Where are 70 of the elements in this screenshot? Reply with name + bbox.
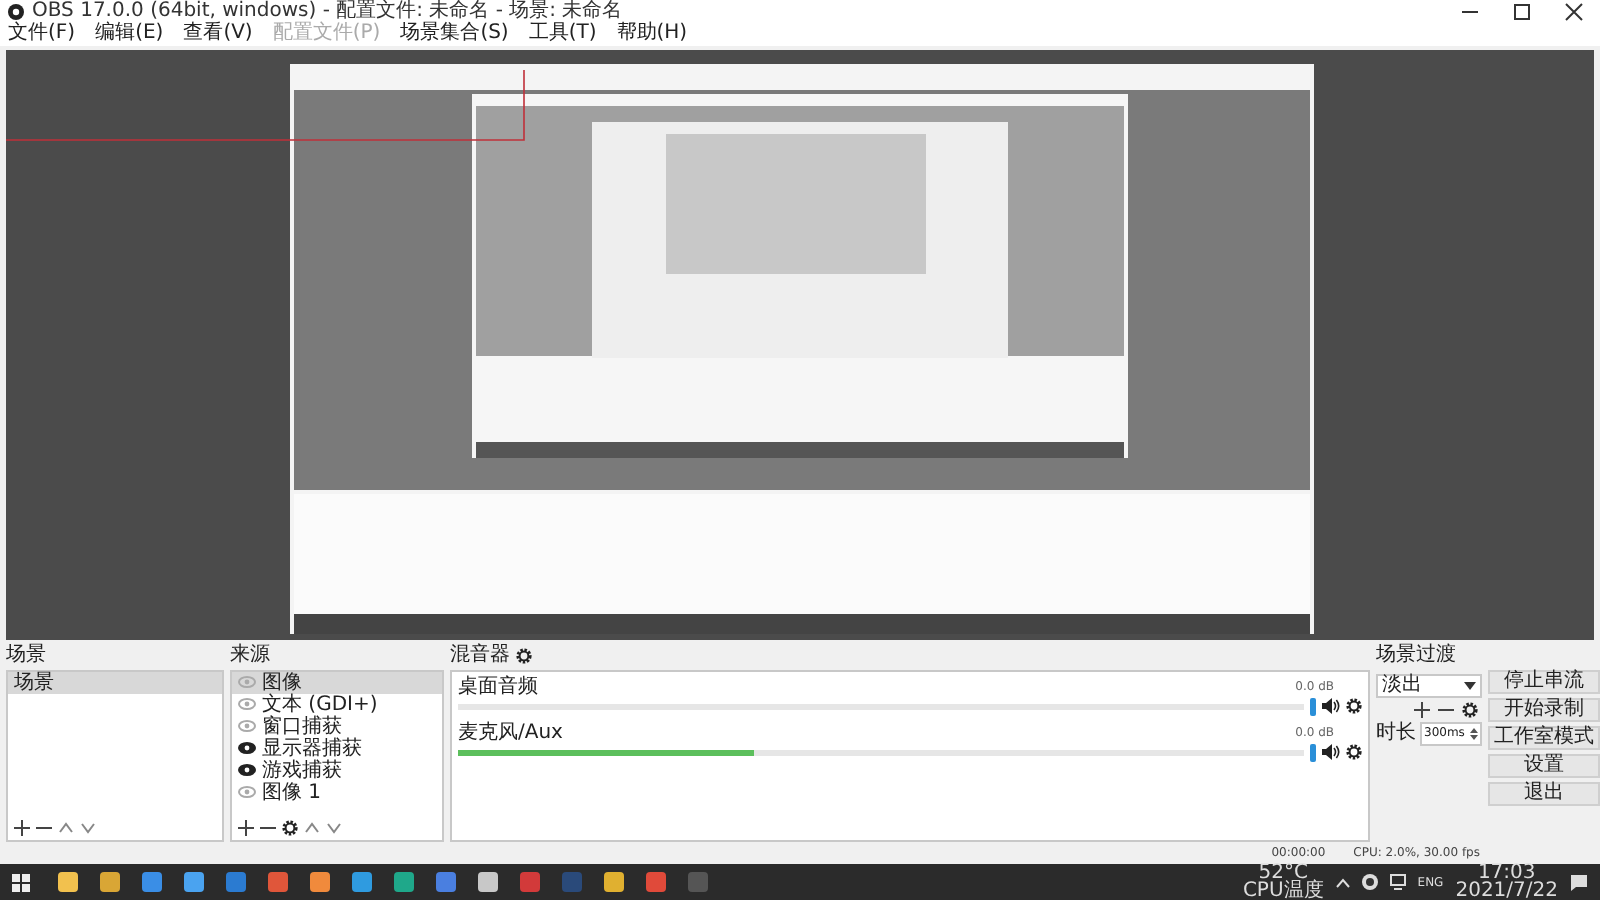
eye-icon[interactable] bbox=[238, 742, 256, 755]
scene-item[interactable]: 场景 bbox=[8, 671, 222, 694]
settings-icon[interactable] bbox=[282, 820, 298, 836]
panel-title: 混音器 bbox=[450, 644, 510, 669]
control-button[interactable]: 停止串流 bbox=[1488, 669, 1600, 694]
app-icon[interactable] bbox=[268, 872, 288, 892]
speaker-icon[interactable] bbox=[1322, 698, 1340, 715]
app-icon[interactable] bbox=[226, 872, 246, 892]
source-item[interactable]: 图像 bbox=[262, 671, 302, 694]
transition-dropdown[interactable]: 淡出 bbox=[1376, 673, 1482, 698]
settings-icon[interactable] bbox=[1346, 744, 1362, 761]
windows-logo-icon[interactable] bbox=[12, 873, 30, 891]
add-icon[interactable] bbox=[1414, 701, 1430, 718]
add-icon[interactable] bbox=[14, 820, 30, 836]
chevron-up-icon[interactable] bbox=[1335, 877, 1350, 887]
app-icon[interactable] bbox=[646, 872, 666, 892]
duration-label: 时长 bbox=[1376, 723, 1416, 744]
app-icon[interactable] bbox=[100, 872, 120, 892]
source-item[interactable]: 窗口捕获 bbox=[262, 715, 342, 738]
panel-title: 场景 bbox=[6, 644, 46, 669]
tray-app-icon[interactable] bbox=[1361, 874, 1378, 890]
app-icon[interactable] bbox=[436, 872, 456, 892]
volume-handle[interactable] bbox=[1310, 743, 1316, 762]
channel-name: 麦克风/Aux bbox=[458, 721, 563, 744]
control-button[interactable]: 退出 bbox=[1488, 781, 1600, 806]
app-icon[interactable] bbox=[310, 872, 330, 892]
menu-item[interactable]: 场景集合(S) bbox=[400, 22, 509, 46]
settings-icon[interactable] bbox=[1462, 701, 1478, 718]
menu-item[interactable]: 查看(V) bbox=[183, 22, 253, 46]
clock-date[interactable]: 2021/7/22 bbox=[1455, 882, 1558, 900]
spin-arrows-icon bbox=[1470, 727, 1478, 740]
control-button[interactable]: 工作室模式 bbox=[1488, 725, 1600, 750]
eye-icon[interactable] bbox=[238, 764, 256, 777]
source-item[interactable]: 文本 (GDI+) bbox=[262, 693, 378, 716]
app-icon[interactable] bbox=[184, 872, 204, 892]
add-icon[interactable] bbox=[238, 820, 254, 836]
menu-item[interactable]: 帮助(H) bbox=[616, 22, 688, 46]
menu-item[interactable]: 文件(F) bbox=[8, 22, 76, 46]
app-icon[interactable] bbox=[604, 872, 624, 892]
app-icon[interactable] bbox=[352, 872, 372, 892]
move-down-icon[interactable] bbox=[326, 820, 342, 836]
channel-name: 桌面音频 bbox=[458, 675, 538, 698]
clock-time[interactable]: 17:03 bbox=[1477, 864, 1536, 882]
move-up-icon[interactable] bbox=[58, 820, 74, 836]
source-item[interactable]: 图像 1 bbox=[262, 781, 322, 804]
panel-title: 来源 bbox=[230, 644, 270, 669]
settings-icon[interactable] bbox=[516, 648, 532, 665]
dropdown-arrow-icon bbox=[1464, 681, 1476, 690]
app-icon[interactable] bbox=[520, 872, 540, 892]
cpu-temperature: 52°C bbox=[1258, 864, 1308, 882]
volume-handle[interactable] bbox=[1310, 697, 1316, 716]
menu-item[interactable]: 工具(T) bbox=[528, 22, 597, 46]
menu-item[interactable]: 编辑(E) bbox=[95, 22, 164, 46]
notification-icon[interactable] bbox=[1570, 873, 1588, 891]
control-button[interactable]: 设置 bbox=[1488, 753, 1600, 778]
move-up-icon[interactable] bbox=[304, 820, 320, 836]
settings-icon[interactable] bbox=[1346, 698, 1362, 715]
close-icon[interactable] bbox=[1564, 1, 1584, 21]
app-icon[interactable] bbox=[58, 872, 78, 892]
source-item[interactable]: 游戏捕获 bbox=[262, 759, 342, 782]
maximize-icon[interactable] bbox=[1512, 1, 1532, 21]
app-icon[interactable] bbox=[394, 872, 414, 892]
source-item[interactable]: 显示器捕获 bbox=[262, 737, 362, 760]
panel-title: 场景过渡 bbox=[1376, 644, 1456, 669]
control-button[interactable]: 开始录制 bbox=[1488, 697, 1600, 722]
speaker-icon[interactable] bbox=[1322, 744, 1340, 761]
app-icon[interactable] bbox=[478, 872, 498, 892]
app-icon[interactable] bbox=[142, 872, 162, 892]
move-down-icon[interactable] bbox=[80, 820, 96, 836]
temperature-label: CPU温度 bbox=[1242, 882, 1324, 900]
